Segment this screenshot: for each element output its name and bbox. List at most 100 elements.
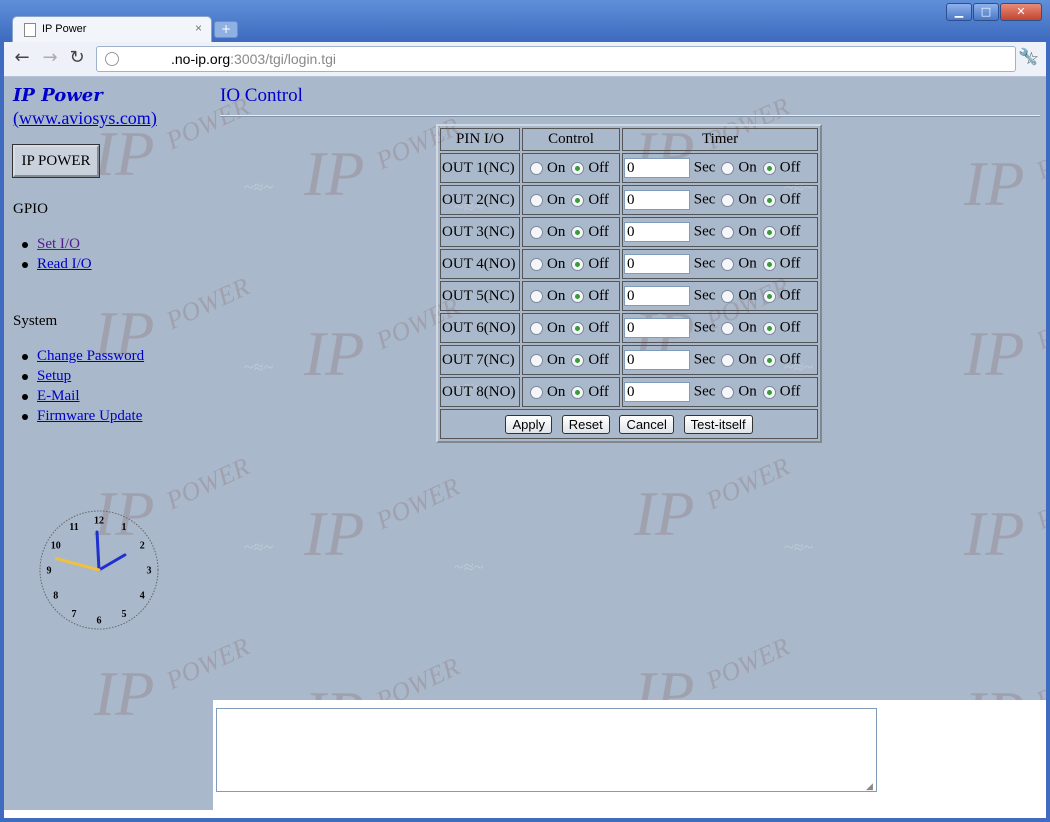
timer-on-radio[interactable]: [721, 353, 735, 367]
reload-icon[interactable]: ↻: [67, 48, 87, 68]
watermark-bird-icon: ~≈~: [454, 557, 484, 577]
button-row: Apply Reset Cancel Test-itself: [440, 409, 818, 439]
watermark-bird-icon: ~≈~: [244, 357, 274, 377]
control-on-radio[interactable]: [530, 321, 543, 335]
timer-on-radio[interactable]: [721, 161, 735, 175]
timer-off-radio[interactable]: [762, 225, 776, 239]
analog-clock: 121234567891011: [39, 510, 159, 630]
on-label: On: [547, 383, 566, 400]
window-close-button[interactable]: ✕: [1000, 3, 1042, 21]
clock-number: 9: [47, 566, 52, 577]
table-row: OUT 5(NC) On Off Sec On Off: [440, 281, 818, 311]
gpio-links: Set I/O Read I/O: [22, 236, 92, 276]
control-off-radio[interactable]: [571, 257, 585, 271]
control-off-radio[interactable]: [571, 321, 585, 335]
timer-seconds-input[interactable]: [624, 190, 690, 210]
watermark-logo: IPPOWER: [964, 291, 1046, 389]
header-control: Control: [522, 128, 620, 151]
timer-off-radio[interactable]: [762, 193, 776, 207]
sec-label: Sec: [693, 159, 716, 176]
control-on-radio[interactable]: [530, 193, 543, 207]
control-off-radio[interactable]: [571, 385, 585, 399]
timer-off-radio[interactable]: [762, 321, 776, 335]
clock-number: 12: [94, 516, 104, 527]
back-arrow-icon[interactable]: ←: [12, 48, 32, 68]
address-bar[interactable]: .no-ip.org:3003/tgi/login.tgi ☆: [96, 46, 1039, 72]
timer-off-radio[interactable]: [762, 257, 776, 271]
log-textarea[interactable]: [216, 708, 877, 792]
off-label: Off: [779, 319, 801, 336]
table-row: OUT 3(NC) On Off Sec On Off: [440, 217, 818, 247]
on-label: On: [547, 287, 566, 304]
setup-link[interactable]: Setup: [37, 368, 71, 384]
firmware-update-link[interactable]: Firmware Update: [37, 408, 142, 424]
timer-on-radio[interactable]: [721, 225, 735, 239]
cancel-button[interactable]: Cancel: [619, 414, 674, 434]
off-label: Off: [779, 159, 801, 176]
timer-seconds-input[interactable]: [624, 318, 690, 338]
watermark-logo: IPPOWER: [634, 451, 794, 549]
clock-minute-hand: [95, 530, 101, 572]
control-off-radio[interactable]: [571, 225, 585, 239]
list-item: Firmware Update: [21, 408, 144, 428]
timer-on-radio[interactable]: [721, 385, 735, 399]
close-icon[interactable]: ×: [195, 21, 202, 35]
timer-on-radio[interactable]: [721, 289, 735, 303]
timer-on-radio[interactable]: [721, 193, 735, 207]
browser-window: IP Power × + ▁ □ ✕ ← → ↻ .no-ip.org:3003/t…: [0, 0, 1050, 822]
timer-on-radio[interactable]: [721, 321, 735, 335]
timer-off-radio[interactable]: [762, 289, 776, 303]
brand-link[interactable]: (www.aviosys.com): [13, 108, 157, 129]
control-on-radio[interactable]: [530, 257, 543, 271]
control-off-radio[interactable]: [571, 353, 585, 367]
new-tab-button[interactable]: +: [214, 21, 238, 38]
control-off-radio[interactable]: [571, 161, 585, 175]
status-strip: [4, 810, 1046, 818]
timer-off-radio[interactable]: [762, 161, 776, 175]
timer-seconds-input[interactable]: [624, 222, 690, 242]
read-io-link[interactable]: Read I/O: [37, 256, 92, 272]
minimize-button[interactable]: ▁: [946, 3, 972, 21]
globe-icon: [105, 52, 119, 66]
wrench-icon[interactable]: 🔧: [1018, 47, 1038, 66]
pin-cell: OUT 1(NC): [440, 153, 520, 183]
control-on-radio[interactable]: [530, 353, 543, 367]
maximize-button[interactable]: □: [973, 3, 999, 21]
control-on-radio[interactable]: [530, 225, 543, 239]
io-control-table: PIN I/O Control Timer OUT 1(NC) On Off Sec…: [436, 124, 822, 443]
on-label: On: [547, 255, 566, 272]
set-io-link[interactable]: Set I/O: [37, 236, 80, 252]
timer-seconds-input[interactable]: [624, 286, 690, 306]
apply-button[interactable]: Apply: [505, 414, 552, 434]
sec-label: Sec: [693, 191, 716, 208]
timer-seconds-input[interactable]: [624, 350, 690, 370]
sec-label: Sec: [693, 287, 716, 304]
email-link[interactable]: E-Mail: [37, 388, 80, 404]
reset-button[interactable]: Reset: [561, 414, 610, 434]
timer-seconds-input[interactable]: [624, 382, 690, 402]
timer-on-radio[interactable]: [721, 257, 735, 271]
control-on-radio[interactable]: [530, 385, 543, 399]
on-label: On: [738, 223, 757, 240]
resize-grip-icon[interactable]: ◢: [866, 781, 1045, 809]
on-label: On: [738, 191, 757, 208]
watermark-logo: IPPOWER: [964, 471, 1046, 569]
timer-seconds-input[interactable]: [624, 254, 690, 274]
control-on-radio[interactable]: [530, 161, 543, 175]
timer-seconds-input[interactable]: [624, 158, 690, 178]
timer-off-radio[interactable]: [762, 353, 776, 367]
list-item: Change Password: [21, 348, 144, 368]
change-password-link[interactable]: Change Password: [37, 348, 144, 364]
control-off-radio[interactable]: [571, 193, 585, 207]
off-label: Off: [779, 255, 801, 272]
divider: [220, 115, 1040, 117]
timer-off-radio[interactable]: [762, 385, 776, 399]
brand-title: IP Power: [13, 85, 103, 106]
test-itself-button[interactable]: Test-itself: [683, 414, 753, 434]
control-off-radio[interactable]: [571, 289, 585, 303]
forward-arrow-icon[interactable]: →: [40, 48, 60, 68]
browser-tab[interactable]: IP Power ×: [12, 16, 212, 43]
gpio-heading: GPIO: [13, 201, 49, 217]
ip-power-button[interactable]: IP POWER: [13, 145, 99, 177]
control-on-radio[interactable]: [530, 289, 543, 303]
